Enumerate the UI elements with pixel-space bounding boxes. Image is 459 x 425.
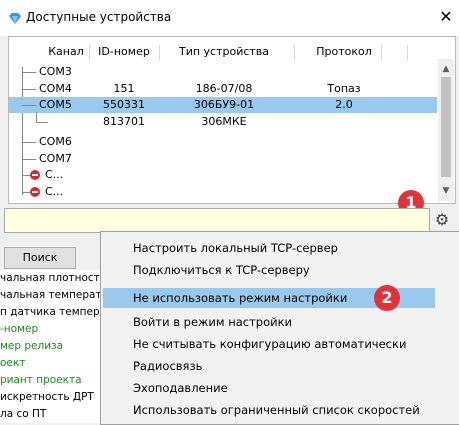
- step-badge-2: 2: [374, 285, 400, 311]
- list-item[interactable]: п датчика темпера: [0, 304, 100, 320]
- stop-icon: [30, 187, 40, 197]
- device-type: 306БУ9-01: [193, 98, 255, 111]
- menu-item-connect-tcp-server[interactable]: Подключиться к TCP-серверу: [101, 260, 459, 280]
- stop-icon: [30, 170, 40, 180]
- gear-icon[interactable]: ⚙: [433, 211, 451, 229]
- diamond-app-icon: [9, 13, 21, 24]
- tree-row-unavailable[interactable]: С...: [9, 184, 437, 200]
- list-item[interactable]: мер релиза: [0, 338, 100, 354]
- tree-row-unavailable[interactable]: С...: [9, 167, 437, 183]
- tree-row-subdevice[interactable]: 813701 306МКЕ: [9, 112, 437, 130]
- column-device-type[interactable]: Тип устройства: [159, 43, 289, 63]
- device-id: 151: [113, 82, 135, 95]
- context-menu: Настроить локальный TCP-сервер Подключит…: [100, 231, 459, 425]
- device-protocol: 2.0: [335, 98, 353, 111]
- tree-line: [36, 112, 37, 122]
- list-item[interactable]: чальная плотность: [0, 270, 100, 286]
- device-tree[interactable]: Канал ID-номер Тип устройства Протокол C…: [8, 36, 456, 204]
- column-separator: [407, 45, 408, 61]
- hint-field: [4, 208, 430, 233]
- tree-row-com4[interactable]: COM4 151 186-07/08 Топаз: [9, 81, 437, 97]
- channel-name: COM7: [39, 152, 72, 165]
- tree-line: [36, 122, 48, 123]
- tree-line: [22, 192, 30, 193]
- tree-line: [22, 142, 36, 143]
- scroll-down-arrow[interactable]: ▼: [438, 183, 454, 199]
- window-title: Доступные устройства: [26, 10, 172, 24]
- scroll-up-arrow[interactable]: ▲: [438, 61, 454, 77]
- channel-name: COM3: [39, 65, 72, 78]
- device-type: 306МКЕ: [201, 115, 247, 128]
- close-button[interactable]: ✕: [436, 6, 456, 28]
- tree-line: [22, 89, 36, 90]
- vertical-scrollbar[interactable]: ▲ ▼: [438, 59, 454, 201]
- tree-line: [22, 159, 36, 160]
- channel-name: COM6: [39, 135, 72, 148]
- menu-item-enter-setup-mode[interactable]: Войти в режим настройки: [101, 312, 459, 332]
- list-item[interactable]: оект: [0, 355, 100, 371]
- channel-name: С...: [45, 185, 64, 198]
- scroll-thumb[interactable]: [441, 77, 451, 177]
- tree-row-com5[interactable]: COM5 550331 306БУ9-01 2.0: [9, 97, 437, 113]
- column-protocol[interactable]: Протокол: [299, 43, 389, 63]
- list-item[interactable]: -номер: [0, 321, 100, 337]
- channel-name: COM4: [39, 82, 72, 95]
- tree-line: [22, 175, 30, 176]
- channel-name: С...: [45, 168, 64, 181]
- channel-name: COM5: [39, 98, 72, 111]
- menu-item-radio[interactable]: Радиосвязь: [101, 356, 459, 376]
- tree-row-com3[interactable]: COM3: [9, 64, 437, 80]
- menu-item-no-auto-config[interactable]: Не считывать конфигурацию автоматически: [101, 334, 459, 354]
- device-id: 813701: [103, 115, 145, 128]
- list-item[interactable]: риант проекта: [0, 372, 100, 388]
- tree-row-com7[interactable]: COM7: [9, 151, 437, 167]
- menu-item-limited-speeds[interactable]: Использовать ограниченный список скорост…: [101, 400, 459, 420]
- tree-row-com6[interactable]: COM6: [9, 134, 437, 150]
- list-item[interactable]: чальная температ: [0, 287, 100, 303]
- search-button[interactable]: Поиск: [4, 247, 76, 269]
- column-id[interactable]: ID-номер: [89, 43, 159, 63]
- menu-item-local-tcp-server[interactable]: Настроить локальный TCP-сервер: [101, 238, 459, 258]
- column-separator: [294, 45, 295, 61]
- title-bar: Доступные устройства ✕: [0, 0, 459, 36]
- list-item[interactable]: ла со ПТ: [0, 406, 100, 422]
- tree-line: [22, 105, 36, 106]
- column-channel[interactable]: Канал: [43, 43, 89, 63]
- column-separator: [381, 45, 382, 61]
- device-type: 186-07/08: [195, 82, 253, 95]
- tree-line: [22, 72, 36, 73]
- device-id: 550331: [103, 98, 145, 111]
- menu-item-echo-cancel[interactable]: Эхоподавление: [101, 378, 459, 398]
- tree-header: Канал ID-номер Тип устройства Протокол: [9, 43, 437, 63]
- list-item[interactable]: искретность ДРТ: [0, 389, 100, 405]
- device-protocol: Топаз: [327, 82, 361, 95]
- parameter-list: чальная плотность чальная температ п дат…: [0, 270, 100, 423]
